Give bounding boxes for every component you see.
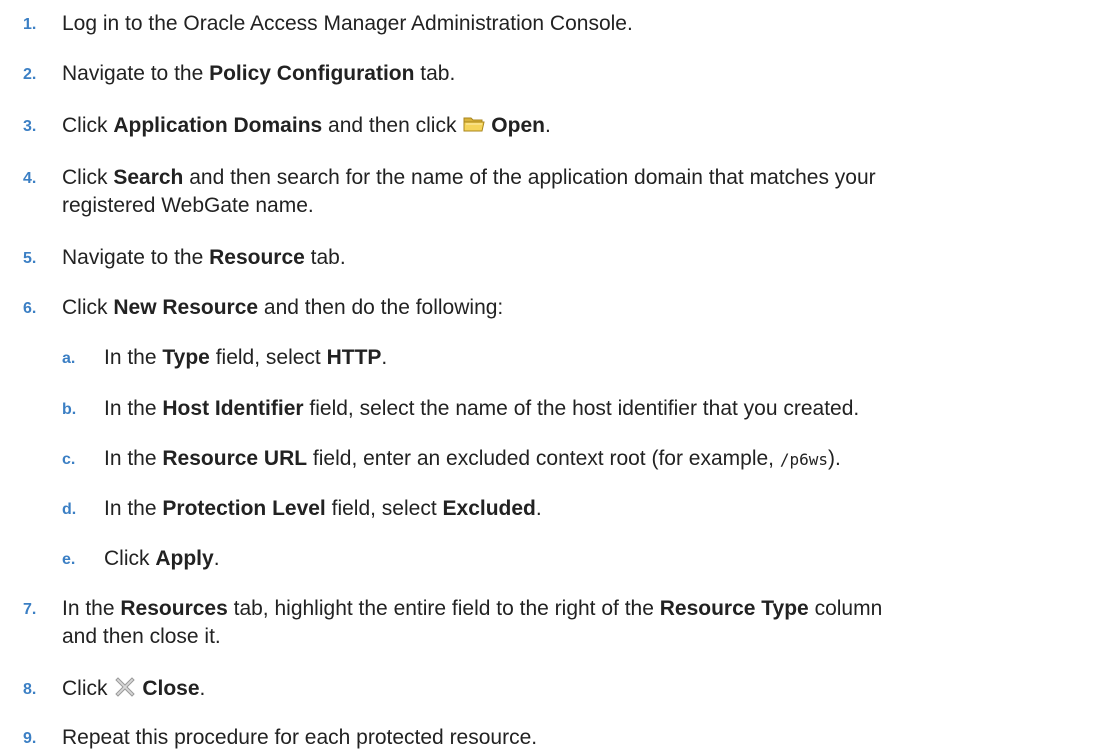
ui-term: Policy Configuration <box>209 62 415 85</box>
ui-term: Excluded <box>442 497 536 520</box>
ui-term: Resource <box>209 246 305 269</box>
substep-text: Click Apply. <box>104 547 220 570</box>
ui-term: Type <box>162 346 210 369</box>
ui-term: Search <box>113 166 184 189</box>
folder-open-icon <box>462 112 486 136</box>
substep-text: In the Host Identifier field, select the… <box>104 397 860 420</box>
substep-text: In the Resource URL field, enter an excl… <box>104 447 841 470</box>
step-text: Navigate to the Policy Configuration tab… <box>62 62 456 85</box>
substep-text: In the Protection Level field, select Ex… <box>104 497 542 520</box>
step-text: Navigate to the Resource tab. <box>62 246 346 269</box>
step-text: Log in to the Oracle Access Manager Admi… <box>62 12 633 35</box>
ui-term: Open <box>491 114 545 137</box>
step-number: 5. <box>23 250 37 267</box>
ui-term: Protection Level <box>162 497 326 520</box>
step-text: In the Resources tab, highlight the enti… <box>62 597 883 648</box>
step-number: 3. <box>23 118 37 135</box>
substep-letter: e. <box>62 551 76 568</box>
step-text: Repeat this procedure for each protected… <box>62 726 538 749</box>
substep-letter: d. <box>62 501 77 518</box>
step-number: 1. <box>23 16 37 33</box>
step-number: 8. <box>23 681 37 698</box>
code-snippet: /p6ws <box>779 450 829 469</box>
ui-term: Apply <box>155 547 214 570</box>
step-number: 4. <box>23 170 37 187</box>
substep-letter: b. <box>62 401 77 418</box>
step-number: 9. <box>23 730 37 747</box>
close-x-icon <box>113 675 137 699</box>
step-text: Click New Resource and then do the follo… <box>62 296 504 319</box>
ui-term: Application Domains <box>113 114 323 137</box>
substep-letter: a. <box>62 350 76 367</box>
ui-term: New Resource <box>113 296 259 319</box>
step-number: 2. <box>23 66 37 83</box>
ui-term: Host Identifier <box>162 397 304 420</box>
step-text: Click Close. <box>62 675 206 700</box>
ui-term: Resource Type <box>659 597 809 620</box>
step-text: Click Application Domains and then click… <box>62 112 551 137</box>
step-number: 7. <box>23 601 37 618</box>
step-text: Click Search and then search for the nam… <box>62 166 876 217</box>
ui-term: HTTP <box>326 346 382 369</box>
ui-term: Resources <box>120 597 228 620</box>
ui-term: Resource URL <box>162 447 308 470</box>
step-number: 6. <box>23 300 37 317</box>
substep-letter: c. <box>62 451 76 468</box>
substep-text: In the Type field, select HTTP. <box>104 346 388 369</box>
ui-term: Close <box>142 677 200 700</box>
